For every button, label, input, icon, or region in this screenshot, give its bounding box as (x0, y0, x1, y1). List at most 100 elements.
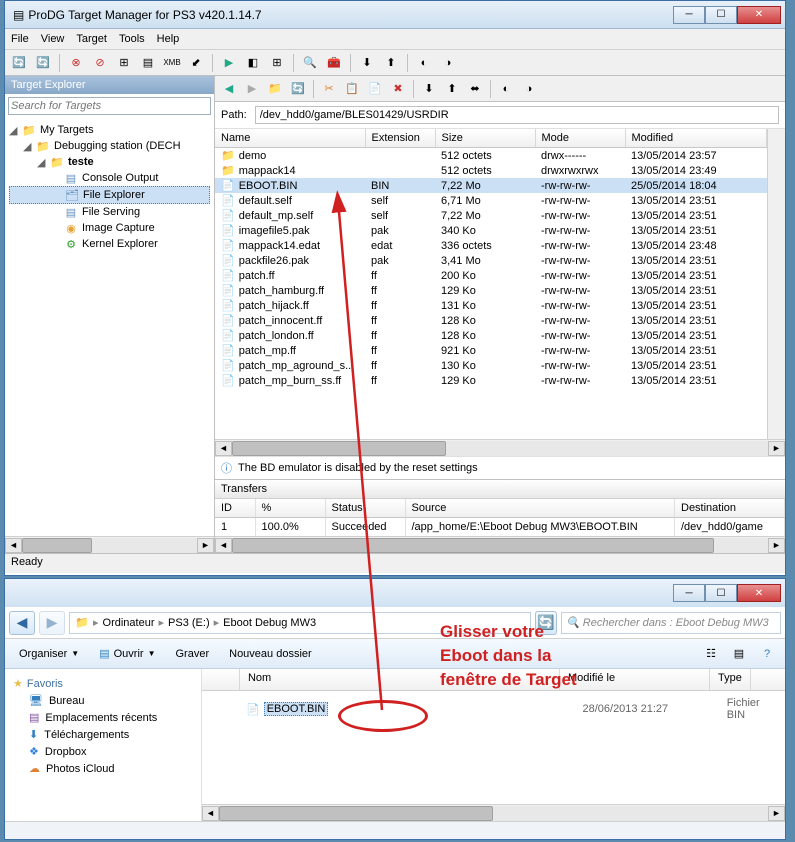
delete-button[interactable]: ✖ (388, 79, 408, 99)
burn-button[interactable]: Graver (170, 645, 216, 663)
menu-help[interactable]: Help (157, 33, 180, 45)
refresh-button[interactable]: 🔄 (288, 79, 308, 99)
exp-col-type[interactable]: Type (710, 669, 751, 690)
tree-root[interactable]: ◢📁My Targets (9, 122, 210, 138)
tree-kernel-explorer[interactable]: ⚙Kernel Explorer (9, 236, 210, 252)
toolbar-btn[interactable]: ⬋ (186, 53, 206, 73)
exp-minimize[interactable]: ─ (673, 584, 705, 602)
breadcrumb[interactable]: 📁 ▸ Ordinateur▸ PS3 (E:)▸ Eboot Debug MW… (69, 612, 531, 634)
toolbar-btn[interactable]: 🔍 (300, 53, 320, 73)
refresh-btn[interactable]: 🔄 (535, 611, 557, 635)
up-button[interactable]: 📁 (265, 79, 285, 99)
explorer-file-row[interactable]: 📄EBOOT.BIN 28/06/2013 21:27 Fichier BIN (208, 697, 779, 721)
nav-back[interactable]: ◀ (9, 611, 35, 635)
tree-file-explorer[interactable]: 🗂File Explorer (9, 186, 210, 204)
menu-tools[interactable]: Tools (119, 33, 145, 45)
tool-button[interactable]: ◐ (496, 79, 516, 99)
tool-button[interactable]: ⬇ (419, 79, 439, 99)
help-button[interactable]: ? (757, 644, 777, 664)
file-row[interactable]: 📄patch_london.ffff128 Ko-rw-rw-rw-13/05/… (215, 328, 767, 343)
minimize-button[interactable]: ─ (673, 6, 705, 24)
menu-view[interactable]: View (41, 33, 65, 45)
menu-file[interactable]: File (11, 33, 29, 45)
toolbar-btn[interactable]: ◐ (414, 53, 434, 73)
file-row[interactable]: 📄EBOOT.BINBIN7,22 Mo-rw-rw-rw-25/05/2014… (215, 178, 767, 193)
file-row[interactable]: 📁demo512 octetsdrwx------13/05/2014 23:5… (215, 148, 767, 164)
preview-button[interactable]: ▤ (729, 644, 749, 664)
toolbar-btn[interactable]: ⊗ (66, 53, 86, 73)
nav-fwd[interactable]: ▶ (39, 611, 65, 635)
toolbar-btn[interactable]: 🔄 (33, 53, 53, 73)
tree-file-serving[interactable]: ▤File Serving (9, 204, 210, 220)
cut-button[interactable]: ✂ (319, 79, 339, 99)
file-row[interactable]: 📁mappack14512 octetsdrwxrwxrwx13/05/2014… (215, 163, 767, 178)
fav-downloads[interactable]: ⬇Téléchargements (5, 726, 201, 743)
toolbar-btn[interactable]: ⊞ (114, 53, 134, 73)
crumb[interactable]: Ordinateur (99, 617, 159, 629)
newfolder-button[interactable]: Nouveau dossier (223, 645, 318, 663)
explorer-search[interactable]: 🔍 Rechercher dans : Eboot Debug MW3 (561, 612, 781, 634)
menu-target[interactable]: Target (76, 33, 107, 45)
fav-photos[interactable]: ☁Photos iCloud (5, 760, 201, 777)
file-row[interactable]: 📄patch.ffff200 Ko-rw-rw-rw-13/05/2014 23… (215, 268, 767, 283)
tree-image-capture[interactable]: ◉Image Capture (9, 220, 210, 236)
file-vscroll[interactable] (767, 129, 785, 439)
fav-dropbox[interactable]: ❖Dropbox (5, 743, 201, 760)
favorites-header[interactable]: ★Favoris (5, 675, 201, 692)
copy-button[interactable]: 📋 (342, 79, 362, 99)
file-row[interactable]: 📄imagefile5.pakpak340 Ko-rw-rw-rw-13/05/… (215, 223, 767, 238)
transfer-row[interactable]: 1 100.0% Succeeded /app_home/E:\Eboot De… (215, 518, 785, 537)
file-row[interactable]: 📄default.selfself6,71 Mo-rw-rw-rw-13/05/… (215, 193, 767, 208)
file-row[interactable]: 📄patch_mp.ffff921 Ko-rw-rw-rw-13/05/2014… (215, 343, 767, 358)
maximize-button[interactable]: ☐ (705, 6, 737, 24)
tree-hscroll[interactable]: ◄► (5, 536, 214, 553)
toolbar-btn[interactable]: ⊞ (267, 53, 287, 73)
toolbar-btn[interactable]: ▤ (138, 53, 158, 73)
exp-col-name[interactable]: Nom (240, 669, 560, 690)
tcol-pct[interactable]: % (255, 499, 325, 518)
toolbar-btn[interactable]: ◧ (243, 53, 263, 73)
crumb[interactable]: PS3 (E:) (164, 617, 214, 629)
crumb[interactable]: Eboot Debug MW3 (219, 617, 320, 629)
toolbar-btn[interactable]: ◑ (438, 53, 458, 73)
close-button[interactable]: ✕ (737, 6, 781, 24)
fwd-button[interactable]: ▶ (242, 79, 262, 99)
tree-teste[interactable]: ◢📁teste (9, 154, 210, 170)
toolbar-btn[interactable]: ▶ (219, 53, 239, 73)
col-name[interactable]: Name (215, 129, 365, 148)
tree-station[interactable]: ◢📁Debugging station (DECH (9, 138, 210, 154)
organize-button[interactable]: Organiser ▼ (13, 645, 85, 663)
view-button[interactable]: ☷ (701, 644, 721, 664)
exp-col-modified[interactable]: Modifié le (560, 669, 710, 690)
col-size[interactable]: Size (435, 129, 535, 148)
back-button[interactable]: ◀ (219, 79, 239, 99)
transfer-hscroll[interactable]: ◄► (215, 536, 785, 553)
file-row[interactable]: 📄patch_mp_aground_s..ff130 Ko-rw-rw-rw-1… (215, 358, 767, 373)
file-hscroll[interactable]: ◄► (215, 439, 785, 456)
file-row[interactable]: 📄mappack14.edatedat336 octets-rw-rw-rw-1… (215, 238, 767, 253)
file-row[interactable]: 📄patch_hamburg.ffff129 Ko-rw-rw-rw-13/05… (215, 283, 767, 298)
toolbar-btn[interactable]: ⊘ (90, 53, 110, 73)
fav-recent[interactable]: ▤Emplacements récents (5, 709, 201, 726)
toolbar-btn[interactable]: 🔄 (9, 53, 29, 73)
col-mode[interactable]: Mode (535, 129, 625, 148)
file-row[interactable]: 📄patch_mp_burn_ss.ffff129 Ko-rw-rw-rw-13… (215, 373, 767, 388)
toolbar-btn[interactable]: ⬆ (381, 53, 401, 73)
col-mod[interactable]: Modified (625, 129, 767, 148)
tcol-dst[interactable]: Destination (675, 499, 785, 518)
exp-maximize[interactable]: ☐ (705, 584, 737, 602)
file-row[interactable]: 📄patch_hijack.ffff131 Ko-rw-rw-rw-13/05/… (215, 298, 767, 313)
path-input[interactable] (255, 106, 779, 124)
file-row[interactable]: 📄default_mp.selfself7,22 Mo-rw-rw-rw-13/… (215, 208, 767, 223)
file-row[interactable]: 📄packfile26.pakpak3,41 Mo-rw-rw-rw-13/05… (215, 253, 767, 268)
tool-button[interactable]: ⬆ (442, 79, 462, 99)
paste-button[interactable]: 📄 (365, 79, 385, 99)
toolbar-btn[interactable]: ⬇ (357, 53, 377, 73)
toolbar-btn[interactable]: 🧰 (324, 53, 344, 73)
tool-button[interactable]: ◑ (519, 79, 539, 99)
file-row[interactable]: 📄patch_innocent.ffff128 Ko-rw-rw-rw-13/0… (215, 313, 767, 328)
exp-hscroll[interactable]: ◄► (202, 804, 785, 821)
fav-desktop[interactable]: 🖥Bureau (5, 692, 201, 709)
col-ext[interactable]: Extension (365, 129, 435, 148)
open-button[interactable]: ▤ Ouvrir ▼ (93, 644, 161, 663)
